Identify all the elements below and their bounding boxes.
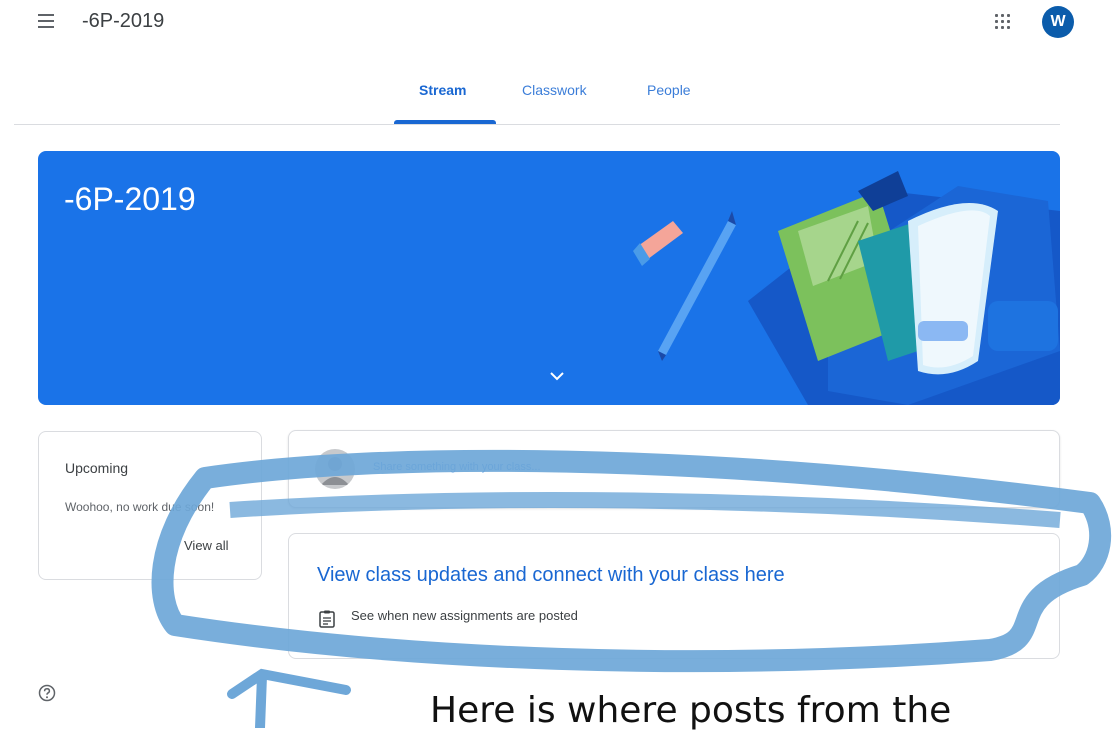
class-name[interactable]: -6P-2019 <box>82 10 164 33</box>
help-icon[interactable] <box>38 684 56 702</box>
menu-icon[interactable] <box>38 14 58 30</box>
share-input[interactable]: Share something with your class... <box>373 461 541 473</box>
assignment-icon <box>319 610 335 628</box>
user-avatar <box>315 449 355 489</box>
class-banner: -6P-2019 <box>38 151 1060 405</box>
chevron-down-icon[interactable] <box>548 369 566 383</box>
upcoming-card: Upcoming Woohoo, no work due soon! View … <box>38 431 262 580</box>
annotation-text: Here is where posts from the <box>430 690 952 731</box>
tab-classwork[interactable]: Classwork <box>522 82 587 98</box>
upcoming-title: Upcoming <box>65 460 129 476</box>
top-bar: -6P-2019 W Stream Classwork People <box>0 0 1112 124</box>
header-divider <box>14 124 1060 125</box>
stream-info-card: View class updates and connect with your… <box>288 533 1060 659</box>
account-avatar[interactable]: W <box>1042 6 1074 38</box>
class-tabs: Stream Classwork People <box>0 70 1112 124</box>
view-all-link[interactable]: View all <box>184 538 229 553</box>
banner-title: -6P-2019 <box>64 181 196 217</box>
apps-icon[interactable] <box>995 14 1011 30</box>
backpack-illustration <box>633 171 1060 405</box>
tab-people[interactable]: People <box>647 82 691 98</box>
upcoming-status: Woohoo, no work due soon! <box>65 500 215 514</box>
info-title: View class updates and connect with your… <box>317 564 785 586</box>
info-item: See when new assignments are posted <box>351 608 578 623</box>
share-card[interactable]: Share something with your class... <box>288 430 1060 508</box>
tab-stream[interactable]: Stream <box>419 82 466 98</box>
